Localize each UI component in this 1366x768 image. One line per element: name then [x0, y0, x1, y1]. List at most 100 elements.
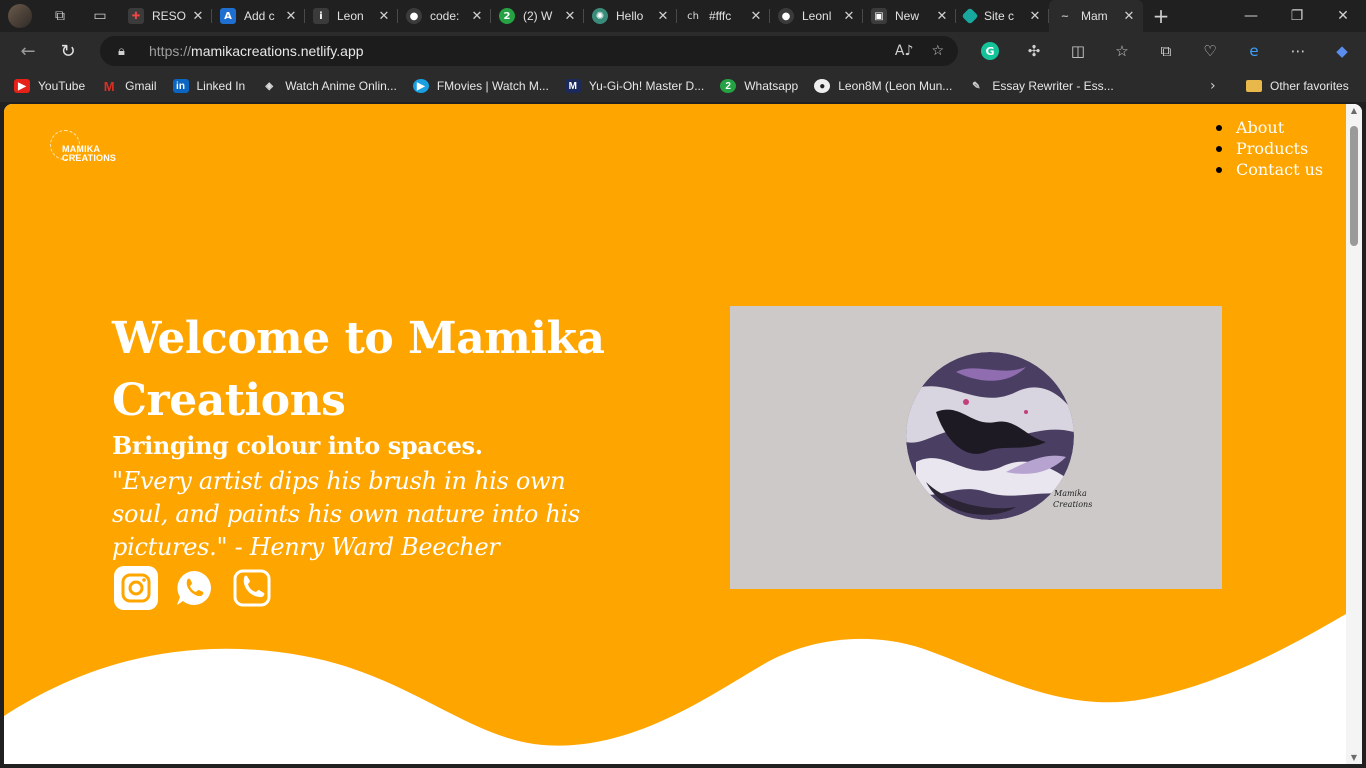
close-tab-icon[interactable]: ✕ [748, 9, 764, 24]
lock-icon[interactable]: 🔒︎ [118, 44, 140, 59]
edge-icon[interactable]: e [1232, 32, 1276, 70]
copilot-icon[interactable]: ◆ [1320, 32, 1364, 70]
bookmark-youtube[interactable]: ▶ YouTube [14, 79, 85, 93]
tab-1[interactable]: ✚ RESO ✕ [120, 0, 212, 32]
close-tab-icon[interactable]: ✕ [1027, 9, 1043, 24]
minimize-icon[interactable]: — [1228, 0, 1274, 32]
other-favorites[interactable]: Other favorites [1246, 70, 1349, 102]
whatsapp-icon[interactable] [172, 566, 216, 610]
scroll-up-icon[interactable]: ▲ [1349, 106, 1359, 115]
profile-avatar[interactable] [0, 0, 40, 32]
youtube-icon: ▶ [14, 79, 30, 93]
bookmark-label: YouTube [38, 79, 86, 93]
collections-icon[interactable]: ⧉ [1144, 32, 1188, 70]
folder-icon [1246, 80, 1262, 92]
close-tab-icon[interactable]: ✕ [469, 9, 485, 24]
other-favorites-label: Other favorites [1270, 79, 1349, 93]
scrollbar-thumb[interactable] [1350, 126, 1358, 246]
logo-text-line2: CREATIONS [62, 153, 117, 163]
address-bar[interactable]: 🔒︎ https://mamikacreations.netlify.app A… [100, 36, 958, 66]
tab-4[interactable]: ● code: ✕ [398, 0, 491, 32]
extensions-icon[interactable]: ✣ [1012, 32, 1056, 70]
tab-5[interactable]: 2 (2) W ✕ [491, 0, 584, 32]
grammarly-icon: G [981, 42, 999, 60]
nav-contact[interactable]: Contact us [1216, 159, 1323, 180]
yugioh-icon: M [564, 79, 581, 93]
site-nav: About Products Contact us [1216, 117, 1323, 180]
tab-8[interactable]: ● Leonl ✕ [770, 0, 863, 32]
nav-about[interactable]: About [1216, 117, 1323, 138]
close-tab-icon[interactable]: ✕ [283, 9, 299, 24]
product-image: Mamika Creations [730, 306, 1222, 589]
bookmark-gmail[interactable]: M Gmail [101, 78, 157, 94]
tab-actions-icon[interactable]: ▭ [80, 0, 120, 32]
url-scheme: https:// [149, 43, 192, 59]
github-icon: ● [778, 8, 794, 24]
page-scrollbar[interactable]: ▲ ▼ [1346, 104, 1362, 764]
back-arrow-icon[interactable]: ← [8, 32, 48, 70]
tab-7[interactable]: ch #fffc ✕ [677, 0, 770, 32]
bookmark-github[interactable]: ● Leon8M (Leon Mun... [814, 79, 952, 93]
phone-icon[interactable] [230, 566, 274, 610]
bookmark-essay[interactable]: ✎ Essay Rewriter - Ess... [968, 79, 1114, 93]
favorites-icon[interactable]: ☆ [1100, 32, 1144, 70]
chevron-right-icon[interactable]: › [1210, 70, 1216, 102]
scroll-down-icon[interactable]: ▼ [1349, 753, 1359, 762]
bookmark-label: Essay Rewriter - Ess... [992, 79, 1114, 93]
github-icon: ● [814, 79, 831, 93]
close-window-icon[interactable]: ✕ [1320, 0, 1366, 32]
bookmark-label: Leon8M (Leon Mun... [838, 79, 953, 93]
hero-headline: Welcome to Mamika Creations [112, 313, 605, 426]
favorite-star-icon[interactable]: ☆ [931, 43, 944, 59]
tab-10[interactable]: Site c ✕ [956, 0, 1049, 32]
tab-9[interactable]: ▣ New ✕ [863, 0, 956, 32]
tab-title: RESO [152, 9, 186, 23]
instagram-icon[interactable] [114, 566, 158, 610]
close-tab-icon[interactable]: ✕ [841, 9, 857, 24]
read-aloud-icon[interactable]: A♪ [895, 43, 914, 59]
close-tab-icon[interactable]: ✕ [190, 9, 206, 24]
close-tab-icon[interactable]: ✕ [376, 9, 392, 24]
close-tab-icon[interactable]: ✕ [562, 9, 578, 24]
close-tab-icon[interactable]: ✕ [655, 9, 671, 24]
window-controls: — ❐ ✕ [1228, 0, 1366, 32]
bookmark-label: FMovies | Watch M... [436, 79, 549, 93]
bookmark-fmovies[interactable]: ▶ FMovies | Watch M... [412, 79, 549, 93]
browser-tools: G ✣ ◫ ☆ ⧉ ♡ e ⋯ ◆ [968, 32, 1364, 70]
site-logo[interactable]: MAMIKA CREATIONS [48, 128, 116, 168]
new-tab-button[interactable]: + [1143, 0, 1179, 32]
tab-2[interactable]: A Add c ✕ [212, 0, 305, 32]
more-options-icon[interactable]: ⋯ [1276, 32, 1320, 70]
social-links [114, 566, 274, 610]
close-tab-icon[interactable]: ✕ [1121, 9, 1137, 24]
netlify-icon [961, 7, 979, 25]
split-screen-icon[interactable]: ◫ [1056, 32, 1100, 70]
bookmark-label: Yu-Gi-Oh! Master D... [588, 79, 705, 93]
url-text[interactable]: https://mamikacreations.netlify.app [149, 43, 364, 59]
bookmark-anime[interactable]: ◈ Watch Anime Onlin... [261, 79, 396, 93]
refresh-icon[interactable]: ↻ [48, 32, 88, 70]
tab-favicon-icon: A [220, 8, 236, 24]
tab-active[interactable]: ~ Mam ✕ [1049, 0, 1143, 32]
close-tab-icon[interactable]: ✕ [934, 9, 950, 24]
workspaces-icon[interactable]: ⧉ [40, 0, 80, 32]
nav-products[interactable]: Products [1216, 138, 1323, 159]
tab-title: (2) W [523, 9, 553, 23]
tab-title: Hello [616, 9, 644, 23]
tab-3[interactable]: i Leon ✕ [305, 0, 398, 32]
bookmark-linkedin[interactable]: in Linked In [172, 79, 245, 93]
bookmark-yugioh[interactable]: M Yu-Gi-Oh! Master D... [564, 79, 705, 93]
tab-title: Leon [337, 9, 364, 23]
url-host: mamikacreations.netlify.app [191, 43, 364, 59]
tab-title: Mam [1081, 9, 1108, 23]
whatsapp-icon: 2 [499, 8, 515, 24]
restore-icon[interactable]: ❐ [1274, 0, 1320, 32]
browser-essentials-icon[interactable]: ♡ [1188, 32, 1232, 70]
address-toolbar: ← ↻ 🔒︎ https://mamikacreations.netlify.a… [0, 32, 1366, 70]
grammarly-extension[interactable]: G [968, 32, 1012, 70]
tab-6[interactable]: ✺ Hello ✕ [584, 0, 677, 32]
linkedin-icon: in [172, 79, 189, 93]
bookmark-whatsapp[interactable]: 2 Whatsapp [720, 79, 798, 93]
tab-title: Leonl [802, 9, 832, 23]
gmail-icon: M [103, 78, 115, 94]
